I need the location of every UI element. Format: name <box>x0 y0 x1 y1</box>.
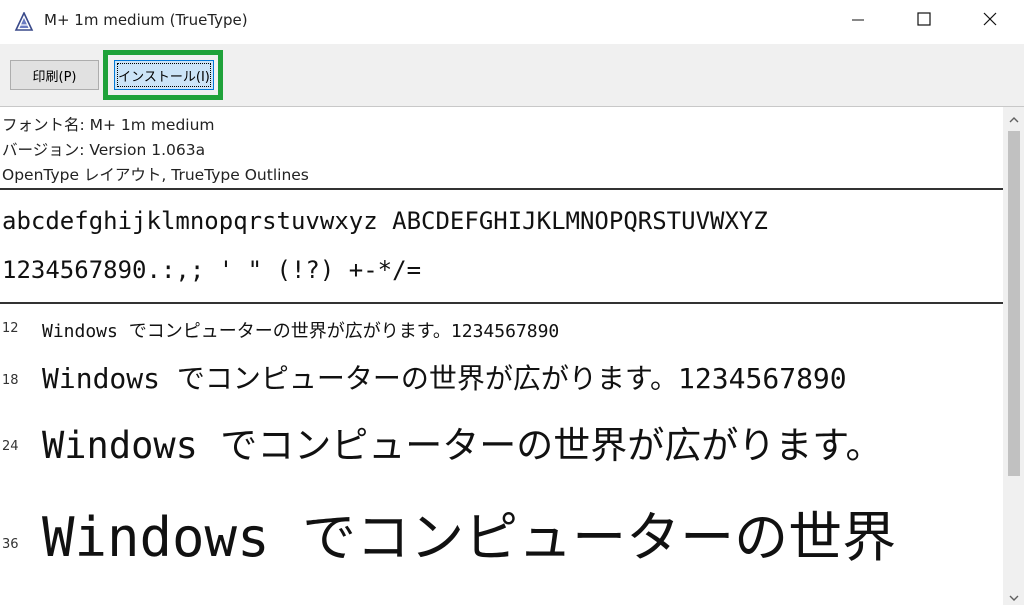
maximize-icon <box>917 11 931 30</box>
scroll-down-button[interactable] <box>1003 588 1024 605</box>
vertical-scrollbar[interactable] <box>1003 107 1024 605</box>
title-bar[interactable]: M+ 1m medium (TrueType) <box>0 0 1024 44</box>
close-icon <box>983 11 997 30</box>
alphabet-sample: abcdefghijklmnopqrstuvwxyz ABCDEFGHIJKLM… <box>2 207 768 235</box>
minimize-button[interactable] <box>830 0 886 40</box>
size-sample-text: Windows でコンピューターの世界が広がります。1234567890 <box>42 321 560 342</box>
window-title: M+ 1m medium (TrueType) <box>44 11 248 29</box>
scroll-up-button[interactable] <box>1003 110 1024 127</box>
chevron-down-icon <box>1009 587 1019 605</box>
font-version-label: バージョン: Version 1.063a <box>2 141 206 159</box>
font-viewer-window: M+ 1m medium (TrueType) 印刷(P) インストール(I) … <box>0 0 1024 605</box>
divider <box>0 302 1003 304</box>
font-file-icon <box>14 11 34 32</box>
font-preview-area: フォント名: M+ 1m medium バージョン: Version 1.063… <box>0 107 1003 605</box>
toolbar: 印刷(P) インストール(I) <box>0 44 1024 107</box>
size-label: 36 <box>2 537 19 552</box>
size-label: 24 <box>2 439 19 454</box>
install-button[interactable]: インストール(I) <box>114 60 214 90</box>
digits-sample: 1234567890.:,; ' " (!?) +-*/= <box>2 256 422 284</box>
size-sample-text: Windows でコンピューターの世界が広がります。1234567890 <box>42 362 847 395</box>
font-name-label: フォント名: M+ 1m medium <box>2 116 215 134</box>
chevron-up-icon <box>1009 109 1019 128</box>
font-type-label: OpenType レイアウト, TrueType Outlines <box>2 166 309 184</box>
minimize-icon <box>852 11 864 30</box>
size-label: 12 <box>2 321 19 336</box>
close-button[interactable] <box>962 0 1018 40</box>
scroll-thumb[interactable] <box>1008 131 1020 476</box>
size-sample-text: Windows でコンピューターの世界が広がります。 <box>42 424 883 467</box>
print-button[interactable]: 印刷(P) <box>10 60 99 90</box>
maximize-button[interactable] <box>896 0 952 40</box>
size-sample-text: Windows でコンピューターの世界 <box>42 506 897 569</box>
size-label: 18 <box>2 373 19 388</box>
divider <box>0 188 1003 190</box>
